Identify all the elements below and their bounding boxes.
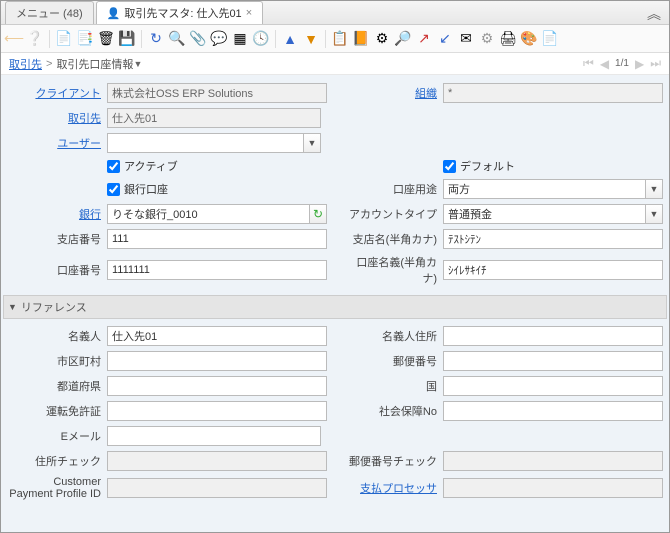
first-icon[interactable]: ⏮ <box>583 56 594 71</box>
default-checkbox[interactable]: デフォルト <box>443 158 663 174</box>
custprof-field <box>107 478 327 498</box>
toolbar: ⟵ ❔ 📄 📑 🗑 💾 ↻ 🔍 📎 💬 ▦ 🕓 ▲ ▼ 📋 📙 ⚙ 🔎 ↗ ↙ … <box>1 25 669 53</box>
report-icon[interactable]: 📋 <box>331 30 349 48</box>
license-field[interactable] <box>107 401 327 421</box>
tab-bar: メニュー (48) 👤 取引先マスタ: 仕入先01 × ︽ <box>1 1 669 25</box>
down-icon[interactable]: ▼ <box>302 30 320 48</box>
export-icon[interactable]: ↗ <box>415 30 433 48</box>
zip-field[interactable] <box>443 351 663 371</box>
payproc-field <box>443 478 663 498</box>
label-acctkana: 口座名義(半角カナ) <box>343 254 443 286</box>
label-zip: 郵便番号 <box>343 353 443 369</box>
city-field[interactable] <box>107 351 327 371</box>
delete-icon[interactable]: 🗑 <box>97 30 115 48</box>
find-icon[interactable]: 🔍 <box>168 30 186 48</box>
chevron-down-icon[interactable]: ▼ <box>303 133 321 153</box>
label-client[interactable]: クライアント <box>7 85 107 101</box>
zipchk-field <box>443 451 663 471</box>
zoom-icon[interactable]: 🔎 <box>394 30 412 48</box>
tab-bp-master[interactable]: 👤 取引先マスタ: 仕入先01 × <box>96 1 264 24</box>
client-field <box>107 83 327 103</box>
tab-menu[interactable]: メニュー (48) <box>5 1 94 24</box>
label-zipchk: 郵便番号チェック <box>343 453 443 469</box>
copy-icon[interactable]: 📑 <box>76 30 94 48</box>
print-icon[interactable]: 🖨 <box>499 30 517 48</box>
person-icon: 👤 <box>107 7 121 20</box>
triangle-down-icon: ▼ <box>8 302 17 312</box>
bankacct-checkbox[interactable]: 銀行口座 <box>107 181 327 197</box>
label-country: 国 <box>343 378 443 394</box>
active-checkbox[interactable]: アクティブ <box>107 158 327 174</box>
addrchk-field <box>107 451 327 471</box>
label-payproc[interactable]: 支払プロセッサ <box>343 480 443 496</box>
holderaddr-field[interactable] <box>443 326 663 346</box>
last-icon[interactable]: ⏭ <box>650 56 661 71</box>
refresh-icon[interactable]: ↻ <box>309 204 327 224</box>
label-email: Eメール <box>7 428 107 444</box>
label-org[interactable]: 組織 <box>343 85 443 101</box>
label-addrchk: 住所チェック <box>7 453 107 469</box>
up-icon[interactable]: ▲ <box>281 30 299 48</box>
org-field <box>443 83 663 103</box>
label-license: 運転免許証 <box>7 403 107 419</box>
new-icon[interactable]: 📄 <box>55 30 73 48</box>
country-field[interactable] <box>443 376 663 396</box>
back-icon[interactable]: ⟵ <box>5 30 23 48</box>
label-ssn: 社会保障No <box>343 403 443 419</box>
csv-icon[interactable]: 📄 <box>541 30 559 48</box>
bp-field <box>107 108 321 128</box>
label-holder: 名義人 <box>7 328 107 344</box>
label-acctno: 口座番号 <box>7 262 107 278</box>
breadcrumb: 取引先 > 取引先口座情報 ▼ ⏮ ◀ 1/1 ▶ ⏭ <box>1 53 669 75</box>
gear-icon[interactable]: ⚙ <box>478 30 496 48</box>
label-branchkana: 支店名(半角カナ) <box>343 231 443 247</box>
label-holderaddr: 名義人住所 <box>343 328 443 344</box>
customize-icon[interactable]: 🎨 <box>520 30 538 48</box>
acctkana-field[interactable] <box>443 260 663 280</box>
label-accttype: アカウントタイプ <box>343 206 443 222</box>
label-bank[interactable]: 銀行 <box>7 206 107 222</box>
pager: ⏮ ◀ 1/1 ▶ ⏭ <box>583 56 661 71</box>
ssn-field[interactable] <box>443 401 663 421</box>
label-user[interactable]: ユーザー <box>7 135 107 151</box>
holder-field[interactable] <box>107 326 327 346</box>
archive-icon[interactable]: 📙 <box>352 30 370 48</box>
label-bp[interactable]: 取引先 <box>7 110 107 126</box>
history-icon[interactable]: 🕓 <box>252 30 270 48</box>
label-usage: 口座用途 <box>343 181 443 197</box>
chat-icon[interactable]: 💬 <box>210 30 228 48</box>
process-icon[interactable]: ⚙ <box>373 30 391 48</box>
section-reference[interactable]: ▼リファレンス <box>3 295 667 319</box>
grid-icon[interactable]: ▦ <box>231 30 249 48</box>
branchno-field[interactable] <box>107 229 327 249</box>
breadcrumb-bp[interactable]: 取引先 <box>9 56 42 72</box>
help-icon[interactable]: ❔ <box>26 30 44 48</box>
user-combo[interactable] <box>107 133 303 153</box>
collapse-icon[interactable]: ︽ <box>647 4 661 24</box>
import-icon[interactable]: ↙ <box>436 30 454 48</box>
label-pref: 都道府県 <box>7 378 107 394</box>
breadcrumb-current[interactable]: 取引先口座情報 <box>56 56 133 72</box>
mail-icon[interactable]: ✉ <box>457 30 475 48</box>
email-field[interactable] <box>107 426 321 446</box>
chevron-down-icon[interactable]: ▼ <box>133 59 142 69</box>
label-custprof: Customer Payment Profile ID <box>7 476 107 500</box>
page-indicator: 1/1 <box>615 58 629 69</box>
usage-combo[interactable] <box>443 179 645 199</box>
label-city: 市区町村 <box>7 353 107 369</box>
label-branchno: 支店番号 <box>7 231 107 247</box>
refresh-icon[interactable]: ↻ <box>147 30 165 48</box>
acctno-field[interactable] <box>107 260 327 280</box>
chevron-down-icon[interactable]: ▼ <box>645 204 663 224</box>
branchkana-field[interactable] <box>443 229 663 249</box>
save-icon[interactable]: 💾 <box>118 30 136 48</box>
next-icon[interactable]: ▶ <box>635 57 644 71</box>
attach-icon[interactable]: 📎 <box>189 30 207 48</box>
bank-combo[interactable] <box>107 204 309 224</box>
prev-icon[interactable]: ◀ <box>600 57 609 71</box>
chevron-down-icon[interactable]: ▼ <box>645 179 663 199</box>
pref-field[interactable] <box>107 376 327 396</box>
close-icon[interactable]: × <box>246 7 252 19</box>
accttype-combo[interactable] <box>443 204 645 224</box>
